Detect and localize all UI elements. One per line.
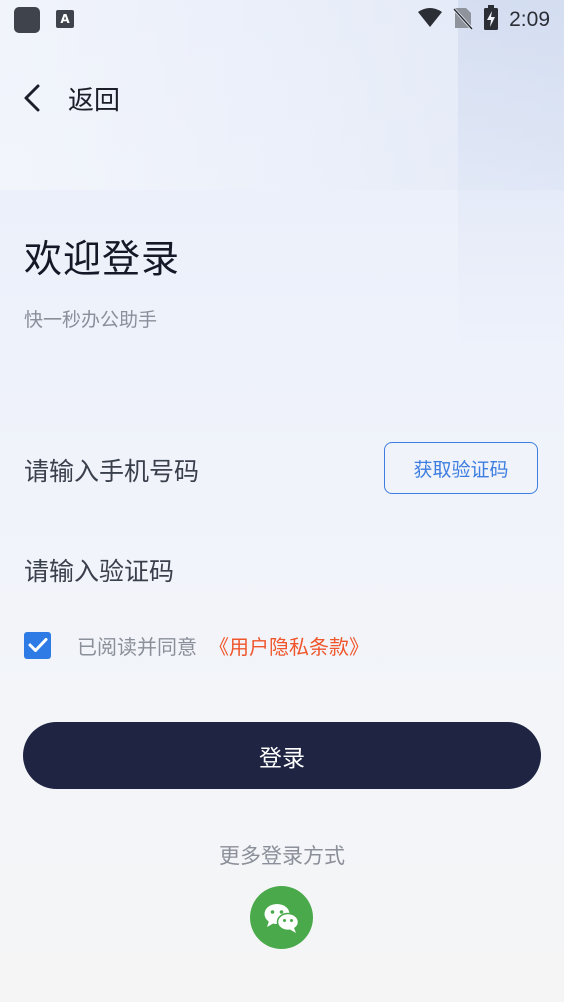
status-time: 2:09 xyxy=(509,8,550,31)
wechat-login-button[interactable] xyxy=(250,886,313,949)
phone-number-input[interactable] xyxy=(24,446,364,496)
wifi-icon xyxy=(417,7,443,33)
back-label: 返回 xyxy=(68,85,121,116)
status-bar-right: 2:09 xyxy=(407,4,550,36)
privacy-policy-link[interactable]: 《用户隐私条款》 xyxy=(209,631,369,660)
a-keyboard-icon: A xyxy=(56,10,74,28)
chevron-left-icon xyxy=(20,80,48,116)
no-sim-icon xyxy=(453,6,474,34)
background-decor-panel xyxy=(458,0,564,360)
wechat-icon xyxy=(264,903,299,933)
checkmark-icon xyxy=(28,638,47,652)
battery-charging-icon xyxy=(483,5,499,35)
agreement-text: 已阅读并同意 xyxy=(77,634,197,659)
page-subtitle: 快一秒办公助手 xyxy=(24,309,158,331)
back-button[interactable]: 返回 xyxy=(20,76,120,120)
status-bar: A 2:09 xyxy=(0,0,564,40)
agreement-row: 已阅读并同意 《用户隐私条款》 xyxy=(24,630,369,660)
page-title: 欢迎登录 xyxy=(24,237,181,281)
more-login-methods-label: 更多登录方式 xyxy=(219,844,345,868)
agreement-checkbox[interactable] xyxy=(24,631,51,659)
verification-code-input[interactable] xyxy=(24,546,524,596)
app-square-icon xyxy=(14,7,40,33)
login-button[interactable]: 登录 xyxy=(23,722,541,789)
get-verification-code-button[interactable]: 获取验证码 xyxy=(384,442,538,494)
